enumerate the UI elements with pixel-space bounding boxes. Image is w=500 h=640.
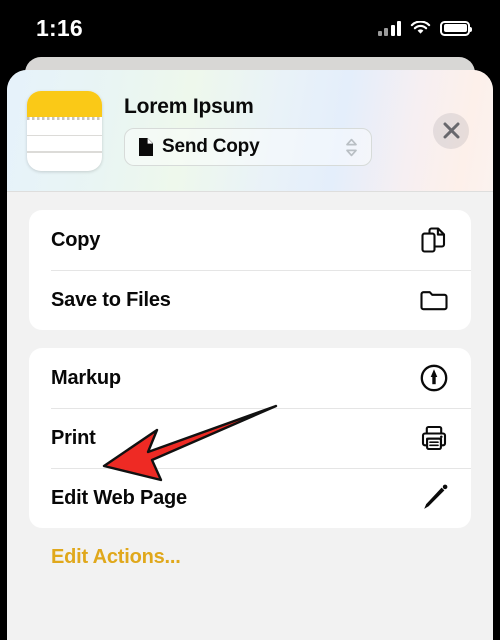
action-groups: Copy Save to Files Markup Print Edit Web… — [7, 192, 493, 569]
action-row-markup[interactable]: Markup — [29, 348, 471, 408]
phone-screen: 1:16 Lorem Ipsum Send Copy Copy Save to … — [0, 0, 500, 640]
status-bar-icons — [377, 20, 472, 36]
action-label: Markup — [51, 366, 121, 389]
printer-icon — [421, 425, 447, 451]
status-bar-time: 1:16 — [36, 14, 83, 41]
battery-icon — [440, 20, 472, 36]
document-icon — [139, 138, 153, 156]
action-row-copy[interactable]: Copy — [29, 210, 471, 270]
action-group-2: Markup Print Edit Web Page — [29, 348, 471, 528]
edit-actions-button[interactable]: Edit Actions... — [29, 546, 471, 569]
action-group-1: Copy Save to Files — [29, 210, 471, 330]
action-label: Print — [51, 426, 96, 449]
action-row-print[interactable]: Print — [29, 408, 471, 468]
action-row-edit-web-page[interactable]: Edit Web Page — [29, 468, 471, 528]
action-row-save-to-files[interactable]: Save to Files — [29, 270, 471, 330]
up-down-chevron-icon — [346, 138, 357, 156]
notes-app-icon — [27, 90, 102, 171]
action-label: Copy — [51, 228, 101, 251]
cellular-signal-icon — [377, 20, 401, 36]
action-label: Save to Files — [51, 288, 171, 311]
send-copy-button[interactable]: Send Copy — [124, 128, 372, 166]
send-copy-label: Send Copy — [162, 136, 260, 157]
document-title: Lorem Ipsum — [124, 95, 254, 118]
copy-documents-icon — [421, 227, 446, 253]
pencil-icon — [424, 484, 448, 509]
share-sheet: Lorem Ipsum Send Copy Copy Save to Files… — [7, 70, 493, 640]
markup-pen-circle-icon — [420, 364, 448, 392]
wifi-icon — [410, 20, 431, 34]
header-details: Lorem Ipsum Send Copy — [124, 95, 433, 166]
action-label: Edit Web Page — [51, 486, 187, 509]
close-button[interactable] — [433, 112, 469, 149]
status-bar: 1:16 — [0, 0, 500, 56]
share-sheet-header: Lorem Ipsum Send Copy — [7, 70, 493, 192]
folder-icon — [420, 291, 448, 311]
close-icon — [443, 122, 459, 139]
